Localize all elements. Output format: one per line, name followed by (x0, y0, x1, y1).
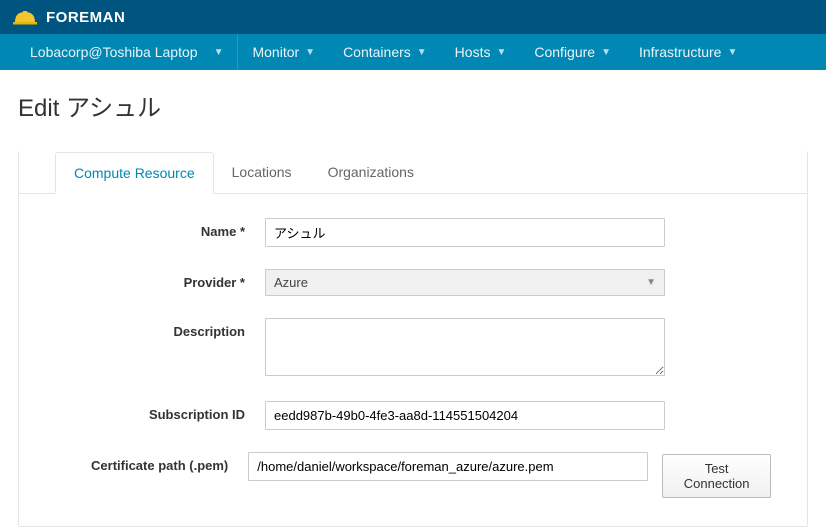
context-switcher[interactable]: Lobacorp@Toshiba Laptop ▼ (16, 34, 237, 70)
provider-select[interactable]: Azure ▼ (265, 269, 665, 296)
chevron-down-icon: ▼ (496, 47, 506, 58)
tab-locations[interactable]: Locations (214, 152, 310, 194)
context-switcher-label: Lobacorp@Toshiba Laptop (30, 44, 198, 60)
row-provider: Provider * Azure ▼ (55, 269, 771, 296)
row-subscription: Subscription ID (55, 401, 771, 430)
nav-containers-label: Containers (343, 44, 411, 60)
topbar: FOREMAN (0, 0, 826, 34)
chevron-down-icon: ▼ (305, 47, 315, 58)
form-area: Name * Provider * Azure ▼ Description Su… (19, 194, 807, 526)
nav-configure-label: Configure (534, 44, 595, 60)
provider-selected-value: Azure (274, 275, 308, 290)
row-description: Description (55, 318, 771, 379)
subscription-input[interactable] (265, 401, 665, 430)
tab-organizations[interactable]: Organizations (310, 152, 432, 194)
name-label: Name * (55, 218, 265, 239)
cert-input[interactable] (248, 452, 648, 481)
subscription-label: Subscription ID (55, 401, 265, 422)
row-cert: Certificate path (.pem) Test Connection (55, 452, 771, 498)
nav-containers[interactable]: Containers ▼ (329, 34, 441, 70)
main-nav: Lobacorp@Toshiba Laptop ▼ Monitor ▼ Cont… (0, 34, 826, 70)
nav-configure[interactable]: Configure ▼ (520, 34, 625, 70)
row-name: Name * (55, 218, 771, 247)
nav-monitor-label: Monitor (252, 44, 299, 60)
brand-wrap[interactable]: FOREMAN (12, 7, 125, 27)
brand-text: FOREMAN (46, 9, 125, 26)
cert-label: Certificate path (.pem) (55, 452, 248, 473)
nav-hosts[interactable]: Hosts ▼ (441, 34, 521, 70)
chevron-down-icon: ▼ (727, 47, 737, 58)
tab-compute-resource[interactable]: Compute Resource (55, 152, 214, 194)
chevron-down-icon: ▼ (601, 47, 611, 58)
provider-label: Provider * (55, 269, 265, 290)
caret-down-icon: ▼ (646, 277, 656, 288)
chevron-down-icon: ▼ (214, 47, 224, 58)
name-input[interactable] (265, 218, 665, 247)
nav-infrastructure-label: Infrastructure (639, 44, 721, 60)
chevron-down-icon: ▼ (417, 47, 427, 58)
foreman-logo-icon (12, 7, 38, 27)
description-label: Description (55, 318, 265, 339)
nav-monitor[interactable]: Monitor ▼ (238, 34, 329, 70)
nav-infrastructure[interactable]: Infrastructure ▼ (625, 34, 751, 70)
description-textarea[interactable] (265, 318, 665, 376)
nav-hosts-label: Hosts (455, 44, 491, 60)
tabs: Compute Resource Locations Organizations (19, 151, 807, 194)
test-connection-button[interactable]: Test Connection (662, 454, 771, 498)
page-title: Edit アシュル (0, 70, 826, 133)
form-panel: Compute Resource Locations Organizations… (18, 151, 808, 527)
